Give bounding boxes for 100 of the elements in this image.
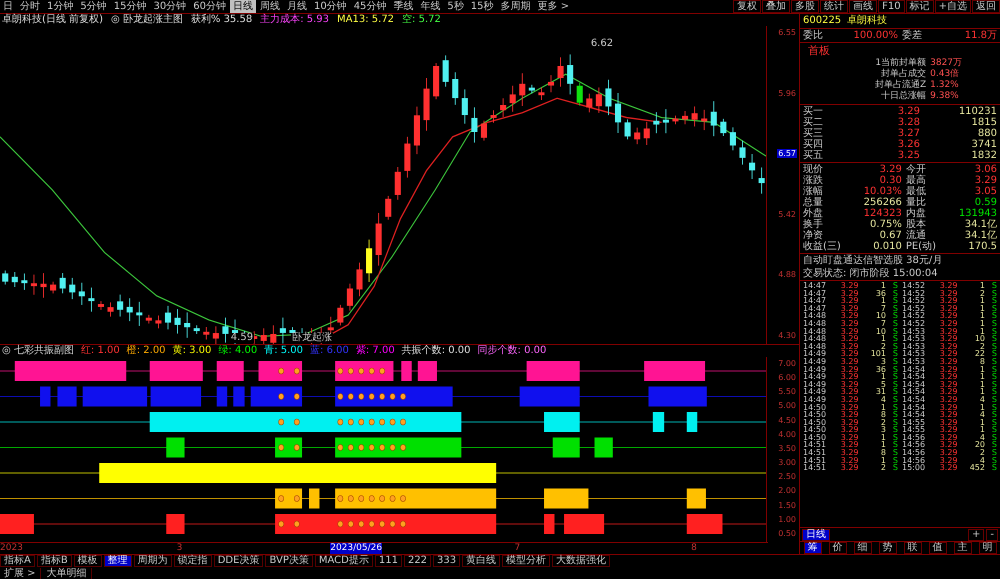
- panel-tab[interactable]: 势: [878, 542, 896, 554]
- toolbar-button[interactable]: 画线: [849, 0, 878, 13]
- trade-volume: 4: [980, 434, 985, 442]
- toolbar-button[interactable]: 111: [374, 555, 402, 567]
- status-tab[interactable]: 扩展 >: [0, 568, 41, 578]
- trade-volume: 2: [880, 418, 886, 426]
- trade-price: 3.29: [840, 404, 858, 412]
- trade-price: 3.29: [938, 418, 958, 426]
- axis-label: 6.00: [777, 373, 797, 382]
- period-tab[interactable]: 年线: [417, 0, 444, 13]
- trade-price: 3.29: [840, 297, 858, 305]
- period-tab[interactable]: 分时: [17, 0, 43, 13]
- period-tab[interactable]: 季线: [390, 0, 416, 13]
- period-tab[interactable]: 日线: [230, 0, 256, 13]
- period-tab[interactable]: 更多 >: [534, 0, 572, 13]
- toolbar-button[interactable]: 多股: [791, 0, 820, 13]
- trade-volume: 1: [978, 312, 985, 320]
- toolbar-button[interactable]: 标记: [906, 0, 934, 13]
- trade-price: 3.29: [938, 342, 958, 350]
- trade-time: 14:48: [803, 320, 828, 328]
- period-tab[interactable]: 多周期: [498, 0, 534, 13]
- trade-price: 3.29: [840, 373, 858, 381]
- period-tab[interactable]: 5分钟: [77, 0, 110, 13]
- axis-label: 5.50: [777, 387, 797, 396]
- toolbar-button[interactable]: DDE决策: [214, 555, 264, 567]
- toolbar-button[interactable]: 复权: [733, 0, 762, 13]
- period-tab[interactable]: 1分钟: [44, 0, 76, 13]
- bid-label: 买二: [803, 117, 824, 128]
- period-tab[interactable]: 日: [0, 0, 16, 13]
- period-tab[interactable]: 日线: [802, 528, 830, 540]
- panel-tab[interactable]: 明: [978, 542, 996, 554]
- toolbar-button[interactable]: BVP决策: [265, 555, 313, 567]
- toolbar-button[interactable]: F10: [878, 0, 905, 13]
- toolbar-button[interactable]: 返回: [972, 0, 1000, 13]
- zoom-button[interactable]: +: [968, 528, 984, 540]
- toolbar-button[interactable]: 统计: [820, 0, 848, 13]
- legend-value: 橙: 2.00: [126, 345, 166, 357]
- field-value: 170.5: [967, 241, 997, 252]
- toolbar-button[interactable]: 模板: [74, 555, 102, 567]
- toolbar-button[interactable]: MACD提示: [314, 555, 373, 567]
- toolbar-button[interactable]: 222: [404, 555, 432, 567]
- price-label: 6.57: [777, 149, 797, 158]
- toolbar-button[interactable]: 锁定指: [174, 555, 212, 567]
- panel-tab[interactable]: 值: [928, 542, 946, 554]
- trade-side: S: [990, 464, 997, 472]
- trade-time: 14:56: [902, 434, 926, 442]
- trade-side: S: [990, 342, 997, 350]
- toolbar-button[interactable]: 周期为: [134, 555, 172, 567]
- stat-label: 1当前封单额: [874, 58, 926, 68]
- trade-side: S: [990, 297, 997, 305]
- trade-price: 3.29: [840, 320, 858, 328]
- price-label: 5.42: [777, 210, 797, 219]
- trade-time: 14:51: [803, 464, 828, 472]
- toolbar-button[interactable]: 大数据强化: [552, 555, 610, 567]
- period-tab[interactable]: 30分钟: [150, 0, 190, 13]
- zoom-button[interactable]: -: [986, 528, 998, 540]
- date-label: 7: [514, 543, 520, 554]
- period-tab[interactable]: 周线: [256, 0, 283, 13]
- period-tab[interactable]: 5秒: [444, 0, 467, 13]
- panel-tab[interactable]: 筹: [804, 542, 822, 554]
- period-tab[interactable]: 10分钟: [310, 0, 350, 13]
- trade-price: 3.29: [840, 418, 858, 426]
- trade-time: 14:54: [902, 404, 926, 412]
- toolbar-button[interactable]: +自选: [934, 0, 971, 13]
- toolbar-button[interactable]: 整理: [104, 555, 132, 567]
- trade-volume: 1: [880, 404, 886, 412]
- price-label: 6.55: [777, 28, 797, 37]
- toolbar-button[interactable]: 指标A: [0, 555, 35, 567]
- trade-time: 14:54: [902, 366, 926, 374]
- trade-side: S: [990, 418, 997, 426]
- field-value: 256266: [862, 197, 902, 208]
- trade-price: 3.29: [938, 312, 958, 320]
- toolbar-button[interactable]: 指标B: [36, 555, 72, 567]
- period-tab[interactable]: 15分钟: [110, 0, 150, 13]
- trade-price: 3.29: [938, 388, 958, 396]
- panel-tab[interactable]: 主: [954, 542, 972, 554]
- period-tab[interactable]: 月线: [284, 0, 310, 13]
- period-tab[interactable]: 60分钟: [190, 0, 229, 13]
- toolbar-button[interactable]: 333: [433, 555, 460, 567]
- status-tab[interactable]: 大单明细: [42, 568, 92, 578]
- trade-price: 3.29: [938, 411, 958, 419]
- toolbar-button[interactable]: 叠加: [762, 0, 790, 13]
- trade-time: 14:49: [803, 350, 828, 358]
- toolbar-button[interactable]: 模型分析: [502, 555, 550, 567]
- panel-tab[interactable]: 联: [904, 542, 922, 554]
- legend-value: 共振个数: 0.00: [402, 345, 471, 357]
- trade-price: 3.29: [840, 396, 858, 404]
- panel-tab[interactable]: 价: [828, 542, 846, 554]
- trade-time: 14:50: [803, 418, 828, 426]
- trade-volume: 1: [978, 282, 985, 290]
- trade-time: 14:53: [902, 358, 926, 366]
- panel-tab[interactable]: 细: [854, 542, 872, 554]
- legend-value: 青: 5.00: [264, 345, 304, 357]
- trade-side: S: [990, 304, 997, 312]
- trade-time: 14:49: [803, 388, 828, 396]
- trade-time: 14:53: [902, 328, 926, 336]
- chart-annotation: 4.59: [230, 333, 254, 343]
- toolbar-button[interactable]: 黄白线: [462, 555, 500, 567]
- period-tab[interactable]: 45分钟: [350, 0, 390, 13]
- period-tab[interactable]: 15秒: [468, 0, 497, 13]
